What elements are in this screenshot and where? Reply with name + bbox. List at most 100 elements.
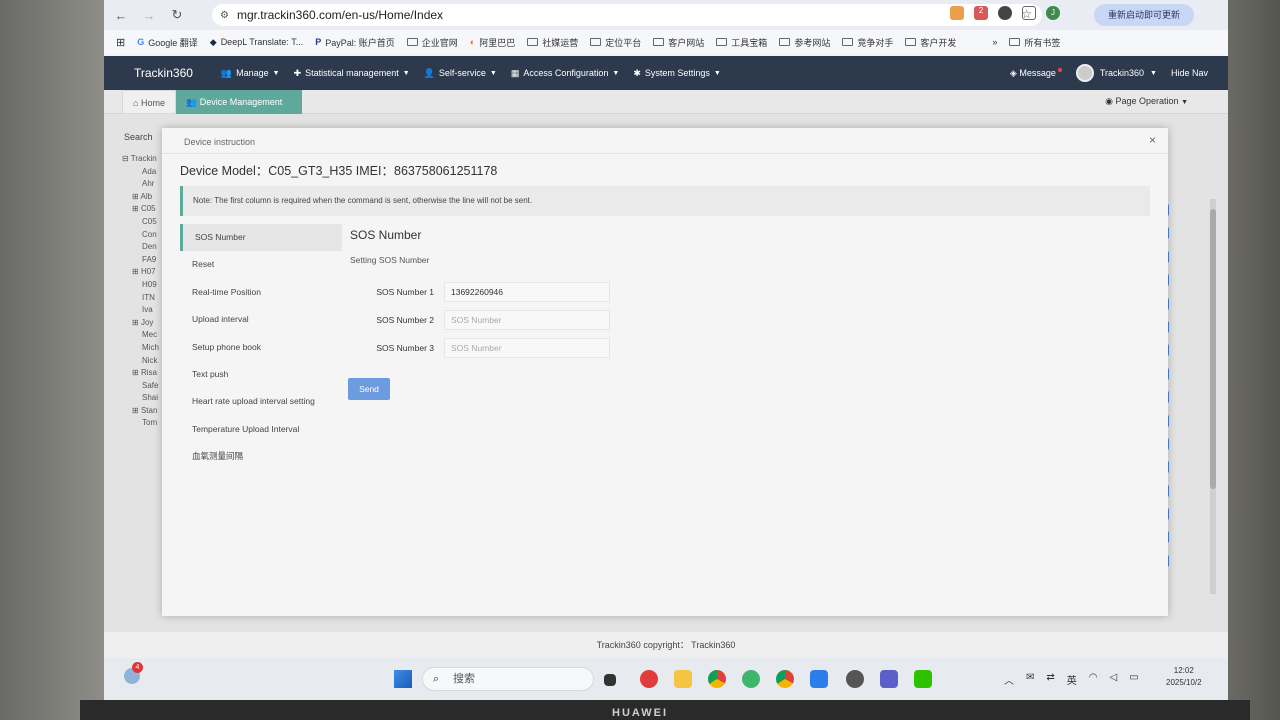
profile-avatar[interactable]: J (1046, 6, 1060, 20)
command-item-upload-interval[interactable]: Upload interval (180, 306, 342, 333)
send-button[interactable]: Send (348, 378, 390, 400)
browser-icon[interactable] (810, 670, 828, 688)
message-link[interactable]: ◈ Message (1010, 67, 1062, 79)
edge-icon[interactable] (742, 670, 760, 688)
bookmark-folder[interactable]: 企业官网 (406, 36, 458, 49)
bookmark-folder[interactable]: 社媒运营 (527, 36, 578, 49)
scrollbar-thumb[interactable] (1210, 209, 1216, 489)
tab-bar: ⌂ Home 👥 Device Management × ◉ Page Oper… (104, 90, 1228, 131)
command-item-temperature-interval[interactable]: Temperature Upload Interval (180, 416, 342, 443)
command-item-sos-number[interactable]: SOS Number (180, 224, 342, 252)
menu-manage[interactable]: 👥 Manage ▼ (221, 68, 280, 79)
close-icon[interactable]: × (1149, 133, 1156, 147)
menu-system-settings[interactable]: ✱ System Settings ▼ (633, 68, 721, 79)
tab-device-management[interactable]: 👥 Device Management × (176, 90, 302, 131)
mail-icon[interactable]: ✉ (1026, 672, 1034, 687)
bookmark-folder[interactable]: 定位平台 (590, 36, 641, 49)
clock-date: 2025/10/2 (1166, 678, 1202, 687)
chrome-icon[interactable] (776, 670, 794, 688)
teams-icon[interactable] (880, 670, 898, 688)
search-icon: ⌕ (433, 673, 440, 685)
user-menu[interactable]: Trackin360 ▼ (1075, 64, 1157, 82)
device-brand: HUAWEI (612, 707, 668, 719)
system-tray: ︿ ✉ ⇄ 英 ◠ ◁ ▭ (1004, 672, 1139, 687)
browser-toolbar: ← → ↻ ⚙ mgr.trackin360.com/en-us/Home/In… (104, 0, 1228, 30)
extension-icon[interactable] (950, 6, 964, 20)
bookmark-folder[interactable]: 参考网站 (779, 36, 830, 49)
caret-down-icon: ▼ (1150, 69, 1157, 77)
unread-dot (1057, 67, 1062, 72)
page-operation-dropdown[interactable]: ◉ Page Operation ▼ (1105, 96, 1188, 107)
gear-icon: ✱ (633, 67, 641, 78)
command-item-reset[interactable]: Reset (180, 251, 342, 278)
all-bookmarks[interactable]: 所有书签 (1009, 36, 1060, 49)
scrollbar[interactable] (1210, 199, 1216, 594)
bookmark-folder[interactable]: 客户网站 (653, 36, 704, 49)
sos-number-2-input[interactable]: SOS Number (444, 310, 610, 330)
clock[interactable]: 12:02 2025/10/2 (1166, 665, 1202, 689)
device-model-value: C05_GT3_H35 (268, 164, 353, 178)
taskbar-search[interactable]: ⌕ 搜索 (422, 667, 594, 691)
sos-number-2-row: SOS Number 2 SOS Number (350, 310, 622, 330)
puzzle-icon[interactable] (1022, 6, 1036, 20)
bookmark-google-translate[interactable]: G Google 翻译 (137, 36, 198, 49)
forward-icon[interactable]: → (138, 8, 160, 23)
bookmark-folder[interactable]: 竞争对手 (842, 36, 893, 49)
extension-icon[interactable] (998, 6, 1012, 20)
command-item-real-time-position[interactable]: Real-time Position (180, 279, 342, 306)
bookmark-alibaba[interactable]: ◐ 阿里巴巴 (470, 36, 515, 49)
app-dark-icon[interactable] (846, 670, 864, 688)
site-info-icon[interactable]: ⚙ (220, 10, 229, 21)
more-bookmarks-icon[interactable]: » (992, 37, 997, 47)
caret-down-icon: ▼ (272, 69, 280, 77)
app-red-icon[interactable] (640, 670, 658, 688)
weather-widget[interactable]: 4 (124, 662, 143, 684)
panel-title: SOS Number (350, 228, 422, 242)
command-item-text-push[interactable]: Text push (180, 361, 342, 388)
battery-icon[interactable]: ▭ (1129, 672, 1138, 687)
sos-number-1-input[interactable]: 13692260946 (444, 282, 610, 302)
screen: ← → ↻ ⚙ mgr.trackin360.com/en-us/Home/In… (104, 0, 1228, 700)
imei-value: 863758061251178 (394, 164, 498, 178)
bookmark-folder[interactable]: 客户开发 (905, 36, 956, 49)
bookmark-deepl[interactable]: ◆ DeepL Translate: T... (210, 37, 303, 48)
command-item-heart-rate-interval[interactable]: Heart rate upload interval setting (180, 388, 342, 415)
caret-down-icon: ▼ (612, 69, 620, 77)
wechat-icon[interactable] (914, 670, 932, 688)
field-label: SOS Number 3 (376, 343, 434, 353)
apps-icon[interactable]: ⊞ (116, 36, 125, 49)
extensions: 2 J (950, 6, 1060, 20)
sos-number-3-input[interactable]: SOS Number (444, 338, 610, 358)
reload-icon[interactable]: ↻ (166, 7, 188, 23)
user-icon: 👤 (423, 67, 435, 78)
menu-access-configuration[interactable]: ▦ Access Configuration ▼ (511, 68, 620, 79)
hide-nav-button[interactable]: Hide Nav (1171, 68, 1208, 78)
brand-logo[interactable]: Trackin360 (134, 66, 193, 80)
caret-down-icon: ▼ (713, 69, 721, 77)
menu-self-service[interactable]: 👤 Self-service ▼ (424, 68, 497, 79)
menu-statistical-management[interactable]: ✚ Statistical management ▼ (294, 68, 410, 79)
bookmark-folder[interactable]: 工具宝箱 (716, 36, 767, 49)
back-icon[interactable]: ← (110, 8, 132, 23)
address-bar[interactable]: ⚙ mgr.trackin360.com/en-us/Home/Index ⚿ … (212, 4, 1042, 26)
device-instruction-modal: Device instruction × Device Model：C05_GT… (162, 128, 1168, 616)
volume-icon[interactable]: ◁ (1110, 672, 1118, 687)
command-item-setup-phone-book[interactable]: Setup phone book (180, 334, 342, 361)
windows-start-icon[interactable] (394, 670, 412, 688)
input-method-indicator[interactable]: 英 (1067, 672, 1077, 687)
tab-home[interactable]: ⌂ Home (122, 90, 176, 114)
footer-copyright: Trackin360 copyright： Trackin360 (104, 632, 1228, 658)
command-item-blood-oxygen-interval[interactable]: 血氧测量间隔 (180, 443, 342, 470)
chevron-up-icon[interactable]: ︿ (1004, 672, 1014, 687)
update-button[interactable]: 重新启动即可更新 (1094, 4, 1194, 26)
extension-icon[interactable]: 2 (974, 6, 988, 20)
file-explorer-icon[interactable] (674, 670, 692, 688)
wifi-icon[interactable]: ◠ (1089, 672, 1098, 687)
caret-down-icon: ▼ (402, 69, 410, 77)
sos-number-3-row: SOS Number 3 SOS Number (350, 338, 622, 358)
search-label[interactable]: Search (124, 132, 153, 142)
chrome-icon[interactable] (708, 670, 726, 688)
task-view-icon[interactable] (604, 674, 616, 686)
arrows-icon[interactable]: ⇄ (1046, 672, 1054, 687)
bookmark-paypal[interactable]: P PayPal: 账户首页 (315, 36, 395, 49)
